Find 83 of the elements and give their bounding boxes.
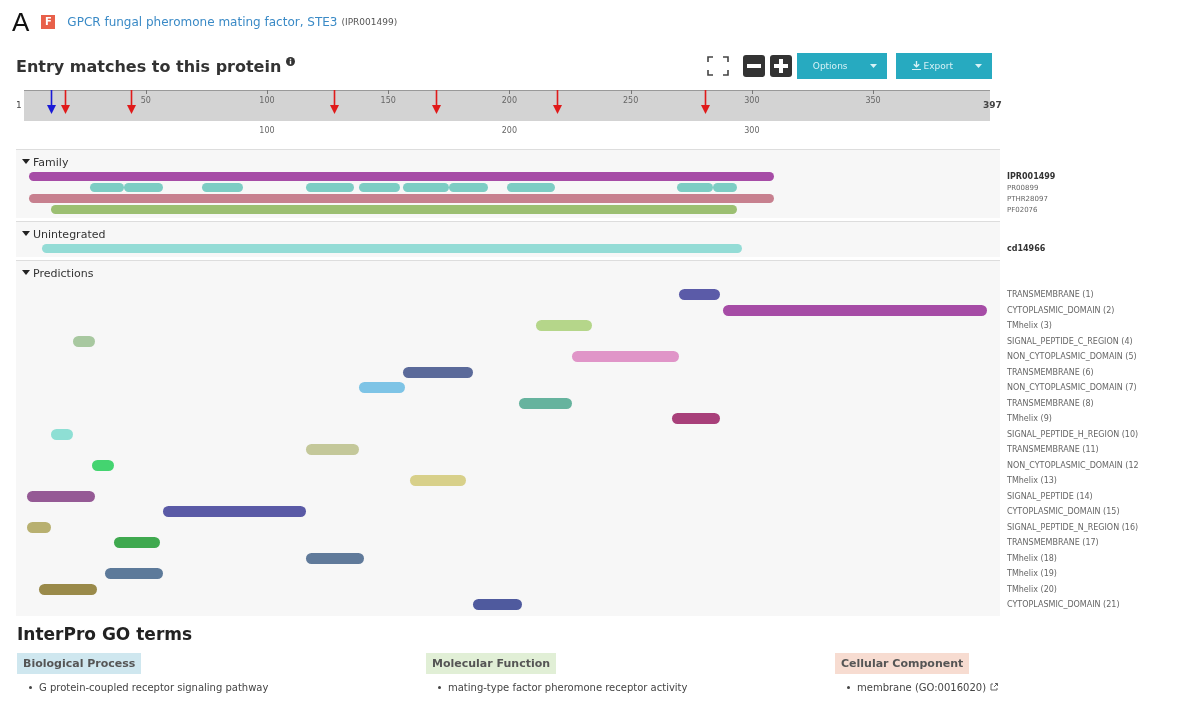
- track-label[interactable]: cd14966: [1007, 243, 1193, 254]
- feature-bar[interactable]: [671, 413, 721, 424]
- feature-bar[interactable]: [162, 506, 306, 517]
- scale-label: 300: [744, 126, 760, 135]
- feature-bar[interactable]: [305, 552, 364, 564]
- arrow-icon[interactable]: [701, 90, 711, 114]
- track-label[interactable]: SIGNAL_PEPTIDE (14): [1007, 488, 1193, 504]
- caret-down-icon[interactable]: [22, 231, 30, 237]
- zoom-in-button[interactable]: [769, 55, 792, 77]
- bullet-icon: [847, 685, 850, 689]
- bullet-icon: [29, 685, 32, 689]
- fullscreen-icon: [706, 56, 729, 76]
- section-heading: Entry matches to this protein: [16, 56, 282, 76]
- section-title[interactable]: Predictions: [33, 266, 94, 280]
- track-label[interactable]: TMhelix (19): [1007, 566, 1193, 582]
- track-label[interactable]: TRANSMEMBRANE (17): [1007, 535, 1193, 551]
- ruler-tick-label: 200: [501, 96, 518, 105]
- section-title[interactable]: Family: [33, 155, 69, 169]
- track-label[interactable]: SIGNAL_PEPTIDE_C_REGION (4): [1007, 333, 1193, 349]
- track-label[interactable]: TRANSMEMBRANE (11): [1007, 442, 1193, 458]
- arrow-icon[interactable]: [61, 90, 71, 114]
- track-label[interactable]: IPR001499: [1007, 171, 1193, 182]
- zoom-out-button[interactable]: [742, 55, 765, 77]
- track-label[interactable]: NON_CYTOPLASMIC_DOMAIN (7): [1007, 380, 1193, 396]
- feature-bar[interactable]: [39, 583, 98, 595]
- caret-down-icon: [869, 64, 877, 68]
- scale-label: 200: [501, 126, 518, 135]
- type-badge: F: [41, 15, 56, 29]
- info-icon[interactable]: [286, 57, 296, 66]
- ruler-start: 1: [16, 100, 22, 110]
- ruler-tick-label: 350: [865, 96, 881, 105]
- section-title[interactable]: Unintegrated: [33, 227, 106, 241]
- category-label: Cellular Component: [835, 652, 970, 674]
- go-term: mating-type factor pheromone receptor activity: [448, 681, 688, 693]
- external-link-icon[interactable]: [990, 683, 999, 691]
- track-label[interactable]: TMhelix (13): [1007, 473, 1193, 489]
- category-label: Biological Process: [17, 652, 142, 674]
- entry-id: (IPR001499): [341, 17, 398, 27]
- entry-link[interactable]: GPCR fungal pheromone mating factor, STE3: [67, 15, 338, 29]
- download-icon: [911, 61, 921, 70]
- track-label[interactable]: CYTOPLASMIC_DOMAIN (15): [1007, 504, 1193, 520]
- plus-icon: [772, 58, 789, 74]
- ruler-tick-label: 150: [380, 96, 396, 105]
- feature-bar[interactable]: [27, 490, 95, 502]
- track-label[interactable]: TMhelix (9): [1007, 411, 1193, 427]
- arrow-icon[interactable]: [432, 90, 442, 114]
- ruler-tick-label: 50: [140, 96, 151, 105]
- track-label[interactable]: TMhelix (18): [1007, 550, 1193, 566]
- track-label[interactable]: CYTOPLASMIC_DOMAIN (21): [1007, 597, 1193, 613]
- track-label[interactable]: CYTOPLASMIC_DOMAIN (2): [1007, 302, 1193, 318]
- go-term[interactable]: membrane (GO:0016020): [857, 681, 987, 693]
- track-label[interactable]: TRANSMEMBRANE (1): [1007, 287, 1193, 303]
- track-label[interactable]: NON_CYTOPLASMIC_DOMAIN (5): [1007, 349, 1193, 365]
- feature-bar[interactable]: [104, 568, 163, 579]
- arrow-icon[interactable]: [46, 90, 56, 114]
- panel-label: A: [12, 6, 30, 38]
- track-label[interactable]: TRANSMEMBRANE (6): [1007, 364, 1193, 380]
- ruler-tick-label: 300: [744, 96, 760, 105]
- arrow-icon[interactable]: [330, 90, 340, 114]
- bullet-icon: [438, 685, 441, 689]
- track-label[interactable]: SIGNAL_PEPTIDE_N_REGION (16): [1007, 519, 1193, 535]
- section-heading: InterPro GO terms: [17, 623, 194, 644]
- ruler-tick-label: 250: [623, 96, 639, 105]
- caret-down-icon[interactable]: [22, 270, 30, 276]
- feature-bar[interactable]: [722, 304, 987, 316]
- caret-down-icon: [975, 64, 982, 68]
- feature-bar[interactable]: [679, 289, 721, 300]
- track-label[interactable]: TRANSMEMBRANE (8): [1007, 395, 1193, 411]
- ruler-end: 397: [983, 100, 1002, 110]
- scale-label: 100: [259, 126, 275, 135]
- track-label[interactable]: NON_CYTOPLASMIC_DOMAIN (12: [1007, 457, 1193, 473]
- feature-bar[interactable]: [114, 537, 161, 548]
- caret-down-icon[interactable]: [22, 159, 30, 165]
- track-label[interactable]: TMhelix (3): [1007, 318, 1193, 334]
- ruler-tick-label: 100: [259, 96, 275, 105]
- feature-bar[interactable]: [473, 599, 522, 610]
- arrow-icon[interactable]: [126, 90, 136, 114]
- arrow-icon[interactable]: [553, 90, 563, 114]
- track-label[interactable]: SIGNAL_PEPTIDE_H_REGION (10): [1007, 426, 1193, 442]
- feature-bar[interactable]: [402, 366, 474, 378]
- track-label[interactable]: TMhelix (20): [1007, 581, 1193, 597]
- category-label: Molecular Function: [426, 652, 557, 674]
- go-term: G protein-coupled receptor signaling pathway: [39, 681, 269, 693]
